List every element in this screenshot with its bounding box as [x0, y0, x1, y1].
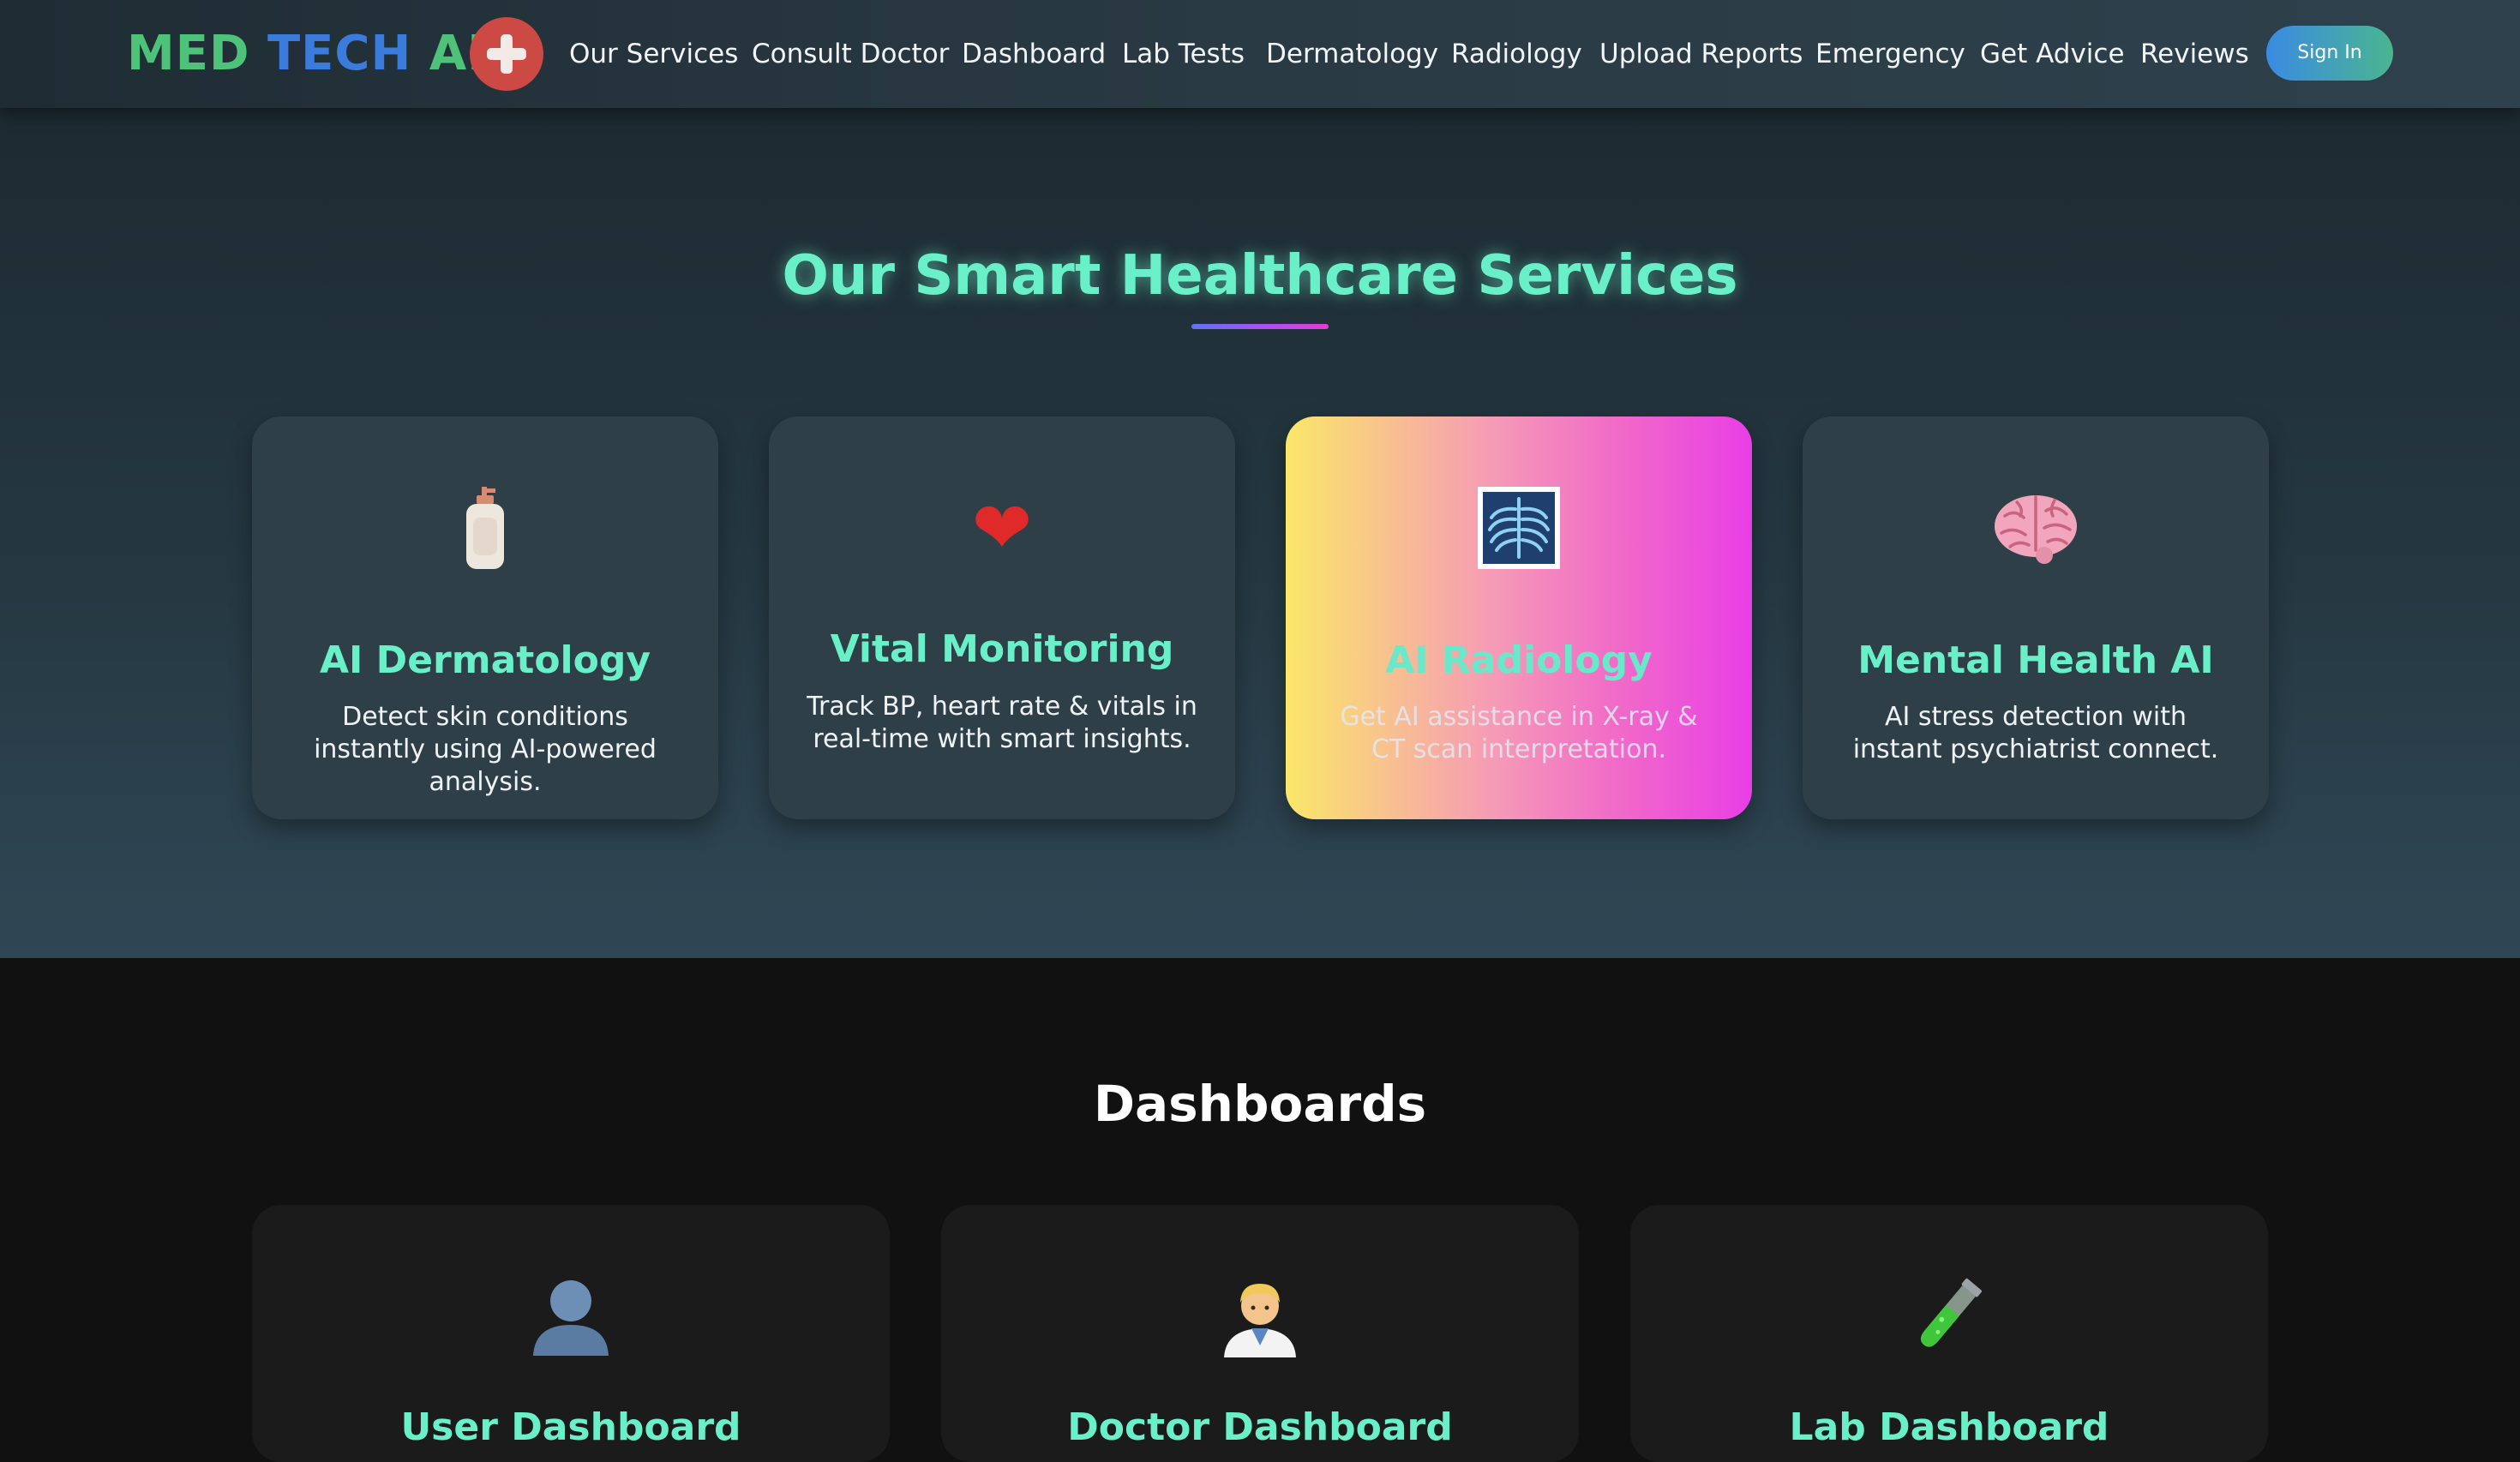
dashboards-section: Dashboards User Dashboard Doctor Dashboa…	[0, 958, 2520, 1462]
nav-reviews[interactable]: Reviews	[2140, 34, 2249, 74]
services-heading: Our Smart Healthcare Services	[782, 244, 1738, 308]
dashboard-label: Lab Dashboard	[1789, 1405, 2109, 1449]
service-card-vitals[interactable]: ❤ Vital Monitoring Track BP, heart rate …	[769, 416, 1235, 819]
heading-underline	[1191, 324, 1329, 329]
nav-our-services[interactable]: Our Services	[569, 34, 738, 74]
nav-emergency[interactable]: Emergency	[1815, 34, 1965, 74]
card-description: Get AI assistance in X-ray & CT scan int…	[1340, 702, 1698, 764]
lotion-bottle-icon	[252, 485, 718, 571]
dashboard-card-lab[interactable]: Lab Dashboard	[1630, 1205, 2268, 1462]
brand-word-tech: TECH	[267, 26, 412, 81]
heart-icon: ❤	[971, 486, 1033, 570]
service-card-radiology[interactable]: AI Radiology Get AI assistance in X-ray …	[1286, 416, 1752, 819]
brain-icon	[1803, 485, 2269, 571]
x-ray-icon	[1286, 485, 1752, 571]
dashboard-label: User Dashboard	[400, 1405, 741, 1449]
service-card-dermatology[interactable]: AI Dermatology Detect skin conditions in…	[252, 416, 718, 819]
nav-radiology[interactable]: Radiology	[1451, 34, 1582, 74]
card-title: Mental Health AI	[1857, 638, 2214, 682]
nav-dashboard[interactable]: Dashboard	[962, 34, 1106, 74]
card-title: AI Radiology	[1385, 638, 1653, 682]
card-description: Detect skin conditions instantly using A…	[314, 702, 657, 797]
dashboard-label: Doctor Dashboard	[1067, 1405, 1453, 1449]
brand-word-med: MED	[127, 26, 250, 81]
sign-in-button[interactable]: Sign In	[2266, 26, 2393, 81]
dashboards-heading: Dashboards	[1093, 1075, 1427, 1133]
dashboard-card-doctor[interactable]: Doctor Dashboard	[941, 1205, 1579, 1462]
card-description: Track BP, heart rate & vitals in real-ti…	[807, 692, 1197, 754]
nav-get-advice[interactable]: Get Advice	[1980, 34, 2125, 74]
brand-logo[interactable]: MED TECH AI	[127, 22, 486, 86]
nav-consult-doctor[interactable]: Consult Doctor	[752, 34, 949, 74]
red-cross-icon	[470, 17, 543, 91]
card-title: AI Dermatology	[319, 638, 651, 682]
nav-upload-reports[interactable]: Upload Reports	[1599, 34, 1803, 74]
test-tube-icon	[1630, 1268, 2268, 1363]
card-title: Vital Monitoring	[830, 627, 1174, 671]
nav-lab-tests[interactable]: Lab Tests	[1122, 34, 1245, 74]
doctor-icon	[941, 1268, 1579, 1363]
user-silhouette-icon	[252, 1268, 890, 1363]
dashboard-card-user[interactable]: User Dashboard	[252, 1205, 890, 1462]
nav-dermatology[interactable]: Dermatology	[1266, 34, 1438, 74]
card-description: AI stress detection with instant psychia…	[1852, 702, 2219, 764]
top-navbar: MED TECH AI Our Services Consult Doctor …	[0, 0, 2520, 108]
services-section: Our Smart Healthcare Services AI Dermato…	[0, 108, 2520, 958]
service-card-mental-health[interactable]: Mental Health AI AI stress detection wit…	[1803, 416, 2269, 819]
